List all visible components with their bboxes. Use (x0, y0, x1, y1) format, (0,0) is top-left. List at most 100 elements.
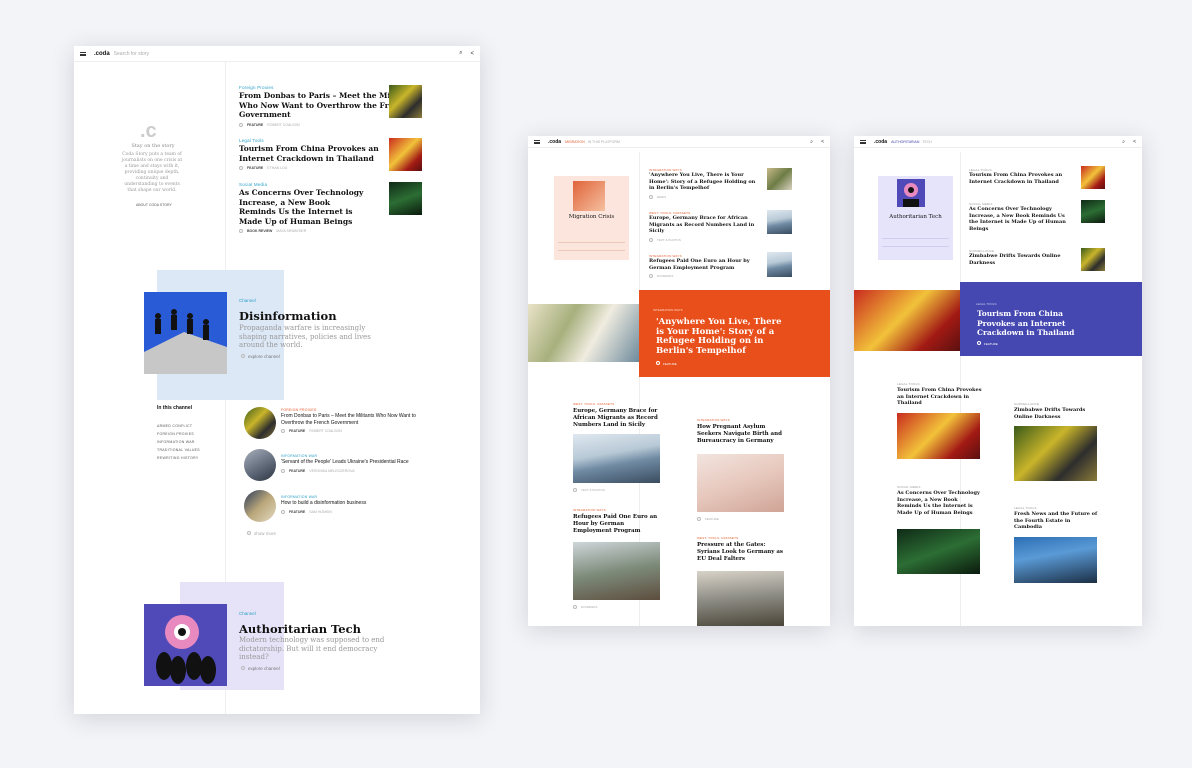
section-label[interactable]: MIGRATION (565, 140, 585, 144)
search-icon[interactable]: ⌕ (810, 139, 813, 145)
grid-story[interactable]: LEGAL TOOLS Fresh News and the Future of… (1014, 506, 1098, 531)
story-title[interactable]: Europe, Germany Brace for African Migran… (649, 215, 759, 235)
story-title[interactable]: Refugees Paid One Euro an Hour by German… (649, 258, 759, 271)
channel-story[interactable]: INFORMATION WAR How to build a disinform… (281, 495, 431, 514)
story-thumbnail[interactable] (389, 182, 422, 215)
story-title[interactable]: From Donbas to Paris – Meet the Militant… (281, 413, 431, 426)
channel-title[interactable]: Disinformation (239, 309, 337, 323)
grid-story[interactable]: SOCIAL MEDIA As Concerns Over Technology… (897, 485, 983, 516)
story-avatar[interactable] (244, 490, 276, 522)
logo[interactable]: .coda (94, 51, 110, 57)
story-thumbnail[interactable] (1081, 200, 1105, 223)
story-title[interactable]: Tourism From China Provokes an Internet … (969, 172, 1069, 185)
story-avatar[interactable] (244, 407, 276, 439)
story-thumbnail[interactable] (389, 85, 422, 118)
story-thumbnail[interactable] (767, 252, 792, 277)
channel-card[interactable]: Authoritarian Tech (878, 176, 953, 260)
story-title[interactable]: As Concerns Over Technology Increase, a … (239, 188, 369, 226)
story-author: TEXT & PHOTOS (657, 237, 681, 242)
story-avatar[interactable] (244, 449, 276, 481)
story-thumbnail[interactable] (1081, 166, 1105, 189)
show-more-link[interactable]: show more (247, 531, 276, 536)
story-thumbnail[interactable] (767, 210, 792, 234)
section-sub: IN THIS PLATFORM (587, 139, 620, 144)
story-title[interactable]: Tourism From China Provokes an Internet … (897, 387, 983, 407)
channel-story[interactable]: FOREIGN PROXIES From Donbas to Paris – M… (281, 408, 431, 433)
story-card[interactable]: Legal Tools Tourism From China Provokes … (239, 138, 389, 170)
hero-title[interactable]: 'Anywhere You Live, There is Your Home':… (656, 317, 784, 356)
search-icon[interactable]: ⌕ (1122, 139, 1125, 145)
share-icon[interactable]: < (470, 51, 474, 57)
story-thumbnail[interactable] (573, 434, 660, 483)
story-title[interactable]: How Pregnant Asylum Seekers Navigate Bir… (697, 424, 785, 445)
grid-story[interactable]: WEST: TOOLS, DATASETS Pressure at the Ga… (697, 536, 785, 563)
about-link[interactable]: ABOUT CODA STORY (136, 203, 172, 207)
grid-story[interactable]: SURVEILLANCE Zimbabwe Drifts Towards Onl… (1014, 402, 1098, 420)
story-title[interactable]: As Concerns Over Technology Increase, a … (969, 206, 1069, 232)
story-thumbnail[interactable] (1014, 426, 1097, 481)
story-author: FEATURE (705, 517, 719, 521)
migration-channel-frame: .coda MIGRATION IN THIS PLATFORM ⌕ < Mig… (528, 136, 830, 626)
section-sub: TECH (922, 139, 932, 144)
story-thumbnail[interactable] (897, 529, 980, 574)
story-title[interactable]: How to build a disinformation business (281, 500, 431, 507)
story-card[interactable]: SOCIAL MEDIA As Concerns Over Technology… (969, 202, 1069, 232)
story-author: MAYA SHWAYDER (276, 229, 307, 233)
grid-story[interactable]: LEGAL TOOLS Tourism From China Provokes … (897, 382, 983, 407)
share-icon[interactable]: < (821, 139, 824, 145)
grid-story[interactable]: INTEGRATION WAYS Refugees Paid One Euro … (573, 508, 661, 535)
story-card[interactable]: INTEGRATION WAYS Refugees Paid One Euro … (649, 254, 759, 278)
story-title[interactable]: Zimbabwe Drifts Towards Online Darkness (969, 253, 1069, 266)
story-card[interactable]: LEGAL TOOLS Tourism From China Provokes … (969, 168, 1069, 185)
logo[interactable]: .coda (874, 139, 887, 145)
story-thumbnail[interactable] (389, 138, 422, 171)
story-card[interactable]: WEST: TOOLS, DATASETS Europe, Germany Br… (649, 211, 759, 242)
search-icon[interactable]: ⌕ (459, 50, 462, 57)
story-thumbnail[interactable] (897, 413, 980, 459)
story-title[interactable]: Fresh News and the Future of the Fourth … (1014, 511, 1098, 531)
hero-image[interactable] (528, 304, 639, 362)
in-channel-item[interactable]: INFORMATION WAR (157, 438, 200, 446)
story-card[interactable]: Social Media As Concerns Over Technology… (239, 182, 369, 233)
story-title[interactable]: Zimbabwe Drifts Towards Online Darkness (1014, 407, 1098, 420)
search-input[interactable]: Search for story (114, 51, 149, 57)
in-channel-item[interactable]: ARMED CONFLICT (157, 422, 200, 430)
story-thumbnail[interactable] (1014, 537, 1097, 583)
story-title[interactable]: Refugees Paid One Euro an Hour by German… (573, 514, 661, 535)
explore-channel-link[interactable]: explore channel (241, 354, 280, 359)
story-title[interactable]: Pressure at the Gates: Syrians Look to G… (697, 542, 785, 563)
story-card[interactable]: SURVEILLANCE Zimbabwe Drifts Towards Onl… (969, 249, 1069, 266)
in-channel-item[interactable]: FOREIGN PROXIES (157, 430, 200, 438)
hero-card[interactable]: LEGAL TOOLS Tourism From China Provokes … (960, 282, 1142, 356)
story-title[interactable]: Tourism From China Provokes an Internet … (239, 144, 389, 163)
channel-description: Propaganda warfare is increasingly shapi… (239, 324, 371, 349)
menu-icon[interactable] (80, 51, 86, 56)
menu-icon[interactable] (860, 139, 866, 144)
hero-image[interactable] (854, 290, 960, 351)
story-thumbnail[interactable] (767, 168, 792, 190)
menu-icon[interactable] (534, 139, 540, 144)
story-card[interactable]: INTEGRATION WAYS 'Anywhere You Live, The… (649, 168, 759, 199)
share-icon[interactable]: < (1133, 139, 1136, 145)
logo[interactable]: .coda (548, 139, 561, 145)
story-thumbnail[interactable] (573, 542, 660, 600)
grid-story[interactable]: INTEGRATION WAYS How Pregnant Asylum See… (697, 418, 785, 445)
story-thumbnail[interactable] (1081, 248, 1105, 271)
hero-card[interactable]: INTEGRATION WAYS 'Anywhere You Live, The… (639, 290, 830, 377)
grid-story[interactable]: WEST: TOOLS, DATASETS Europe, Germany Br… (573, 402, 661, 429)
channel-card[interactable]: Migration Crisis (554, 176, 629, 260)
story-title[interactable]: Europe, Germany Brace for African Migran… (573, 408, 661, 429)
story-author: TEXT & PHOTOS (581, 488, 605, 492)
channel-title[interactable]: Authoritarian Tech (239, 622, 361, 636)
explore-channel-link[interactable]: explore channel (241, 666, 280, 671)
story-thumbnail[interactable] (697, 571, 784, 626)
channel-story[interactable]: INFORMATION WAR 'Servant of the People' … (281, 454, 431, 473)
in-channel-item[interactable]: REWRITING HISTORY (157, 454, 200, 462)
story-title[interactable]: 'Servant of the People' Leads Ukraine's … (281, 459, 431, 466)
in-channel-item[interactable]: TRADITIONAL VALUES (157, 446, 200, 454)
story-thumbnail[interactable] (697, 454, 784, 512)
story-title[interactable]: As Concerns Over Technology Increase, a … (897, 490, 983, 516)
section-label[interactable]: AUTHORITARIAN (891, 140, 919, 144)
story-title[interactable]: 'Anywhere You Live, There is Your Home':… (649, 172, 759, 192)
hero-title[interactable]: Tourism From China Provokes an Internet … (977, 309, 1087, 338)
